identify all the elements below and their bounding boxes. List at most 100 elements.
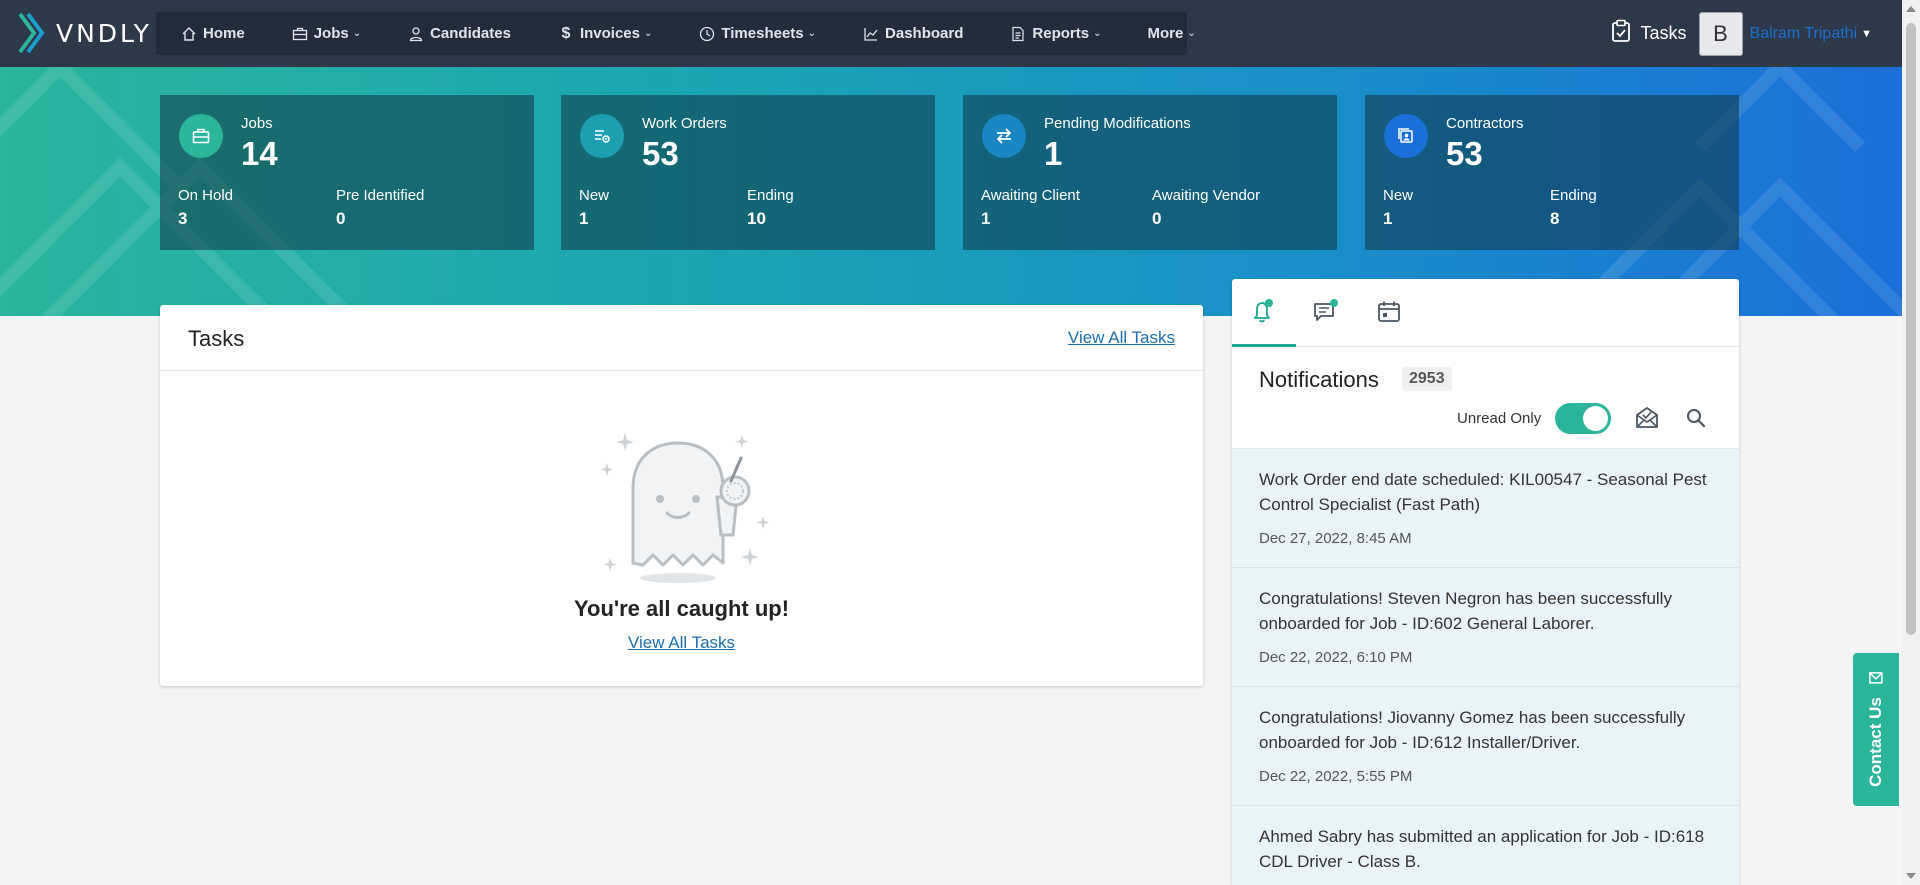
nav-item-jobs[interactable]: Jobs ⌄ <box>267 12 383 55</box>
stat-value: 53 <box>642 135 679 172</box>
clock-icon <box>698 25 716 43</box>
notifications-title: Notifications <box>1259 367 1379 392</box>
tasks-panel: Tasks View All Tasks You're all caught u… <box>160 305 1203 686</box>
nav-item-label: Timesheets <box>721 25 804 42</box>
nav-item-label: More <box>1147 25 1184 42</box>
stat-card-work-orders[interactable]: Work Orders 53 New 1 Ending 10 <box>561 95 935 250</box>
toggle-knob <box>1583 406 1608 431</box>
tasks-nav-link[interactable]: Tasks <box>1611 19 1687 48</box>
notifications-header: Notifications 2953 Unread Only <box>1232 347 1739 449</box>
stat-sub-label: Ending <box>1550 187 1597 204</box>
stat-sub-label: New <box>579 187 610 204</box>
view-all-tasks-link[interactable]: View All Tasks <box>1068 328 1175 348</box>
briefcase-icon <box>179 114 223 158</box>
tab-messages[interactable] <box>1309 295 1343 329</box>
stat-sub-label: On Hold <box>178 187 234 204</box>
top-navbar: VNDLY Home Jobs ⌄ Candidates $ Invoices … <box>0 0 1902 67</box>
notification-tabs <box>1232 279 1739 347</box>
briefcase-icon <box>291 25 309 43</box>
contact-us-inner: Contact Us <box>1866 671 1886 787</box>
stat-sub-label: New <box>1383 187 1414 204</box>
stat-sub-label: Awaiting Client <box>981 187 1080 204</box>
chevron-down-icon: ⌄ <box>352 28 362 39</box>
clipboard-check-icon <box>1611 19 1631 48</box>
stat-sub-value: 1 <box>579 209 589 228</box>
view-all-tasks-link[interactable]: View All Tasks <box>628 633 735 652</box>
unread-only-toggle[interactable] <box>1555 403 1611 434</box>
nav-item-candidates[interactable]: Candidates <box>383 12 533 55</box>
notification-item[interactable]: Ahmed Sabry has submitted an application… <box>1232 806 1739 885</box>
nav-item-label: Dashboard <box>885 25 964 42</box>
stat-card-jobs[interactable]: Jobs 14 On Hold 3 Pre Identified 0 <box>160 95 534 250</box>
notification-time: Dec 22, 2022, 6:10 PM <box>1259 649 1413 666</box>
user-name-menu[interactable]: Balram Tripathi <box>1750 25 1858 43</box>
notification-message: Ahmed Sabry has submitted an application… <box>1259 827 1705 871</box>
stat-card-pending-modifications[interactable]: Pending Modifications 1 Awaiting Client … <box>963 95 1337 250</box>
chat-icon <box>1314 299 1338 321</box>
chevron-down-icon: ⌄ <box>807 28 817 39</box>
nav-item-label: Home <box>203 25 245 42</box>
tab-notifications[interactable] <box>1246 295 1280 329</box>
nav-item-dashboard[interactable]: Dashboard <box>838 12 985 55</box>
stat-value: 14 <box>241 135 278 172</box>
contact-us-label: Contact Us <box>1866 696 1886 787</box>
nav-item-label: Reports <box>1032 25 1090 42</box>
stat-sub-label: Pre Identified <box>336 187 425 204</box>
chevron-down-icon: ⌄ <box>643 28 653 39</box>
stat-value: 1 <box>1044 135 1063 172</box>
tasks-panel-header: Tasks View All Tasks <box>160 305 1203 371</box>
person-icon <box>407 25 425 43</box>
notifications-list: Work Order end date scheduled: KIL00547 … <box>1232 449 1739 885</box>
nav-item-timesheets[interactable]: Timesheets ⌄ <box>674 12 838 55</box>
nav-item-reports[interactable]: Reports ⌄ <box>985 12 1123 55</box>
nav-item-invoices[interactable]: $ Invoices ⌄ <box>533 12 674 55</box>
stat-sub-value: 0 <box>336 209 346 228</box>
contractor-badge-icon <box>1384 114 1428 158</box>
notification-item[interactable]: Congratulations! Steven Negron has been … <box>1232 568 1739 687</box>
contact-us-button[interactable]: Contact Us <box>1853 653 1899 806</box>
avatar[interactable]: B <box>1698 11 1743 56</box>
empty-state-link-wrapper: View All Tasks <box>160 633 1203 653</box>
notification-item[interactable]: Work Order end date scheduled: KIL00547 … <box>1232 449 1739 568</box>
vndly-logo[interactable]: VNDLY <box>18 12 152 54</box>
notification-time: Dec 22, 2022, 5:55 PM <box>1259 768 1413 785</box>
stat-title: Work Orders <box>642 115 727 132</box>
bell-icon <box>1254 299 1273 323</box>
scroll-up-arrow-icon[interactable] <box>1906 6 1916 12</box>
scroll-down-arrow-icon[interactable] <box>1906 873 1916 879</box>
nav-item-more[interactable]: More ⌄ <box>1123 12 1217 55</box>
notifications-count-badge: 2953 <box>1402 367 1452 391</box>
nav-item-label: Jobs <box>313 25 349 42</box>
mark-all-read-icon[interactable] <box>1635 406 1659 435</box>
nav-item-home[interactable]: Home <box>156 12 267 55</box>
logo-mark-icon <box>18 12 45 54</box>
document-icon <box>1009 25 1027 43</box>
notification-item[interactable]: Congratulations! Jiovanny Gomez has been… <box>1232 687 1739 806</box>
notifications-panel: Notifications 2953 Unread Only Work Orde… <box>1232 279 1739 885</box>
unread-only-label: Unread Only <box>1457 410 1542 427</box>
stat-sub-value: 0 <box>1152 209 1162 228</box>
ghost-illustration-icon <box>595 423 770 593</box>
calendar-icon <box>1378 301 1400 322</box>
chevron-down-icon: ⌄ <box>1093 28 1102 39</box>
nav-right: Tasks B Balram Tripathi ▼ <box>1611 11 1872 56</box>
chart-icon <box>862 25 880 43</box>
stat-sub-value: 1 <box>981 209 991 228</box>
nav-item-label: Invoices <box>579 25 640 42</box>
search-icon[interactable] <box>1686 408 1706 433</box>
chevron-down-icon[interactable]: ▼ <box>1861 28 1872 40</box>
tab-calendar[interactable] <box>1372 295 1406 329</box>
stat-sub-value: 1 <box>1383 209 1393 228</box>
stat-sub-label: Ending <box>747 187 794 204</box>
stat-value: 53 <box>1446 135 1483 172</box>
nav-item-label: Candidates <box>430 25 511 42</box>
stat-title: Pending Modifications <box>1044 115 1191 132</box>
stat-sub-value: 8 <box>1550 209 1560 228</box>
notification-message: Congratulations! Steven Negron has been … <box>1259 589 1672 633</box>
stat-card-contractors[interactable]: Contractors 53 New 1 Ending 8 <box>1365 95 1739 250</box>
dollar-icon: $ <box>561 24 571 42</box>
home-icon <box>180 25 198 43</box>
scrollbar-thumb[interactable] <box>1906 23 1916 635</box>
logo-text: VNDLY <box>56 18 152 48</box>
page-scrollbar[interactable] <box>1902 0 1920 885</box>
